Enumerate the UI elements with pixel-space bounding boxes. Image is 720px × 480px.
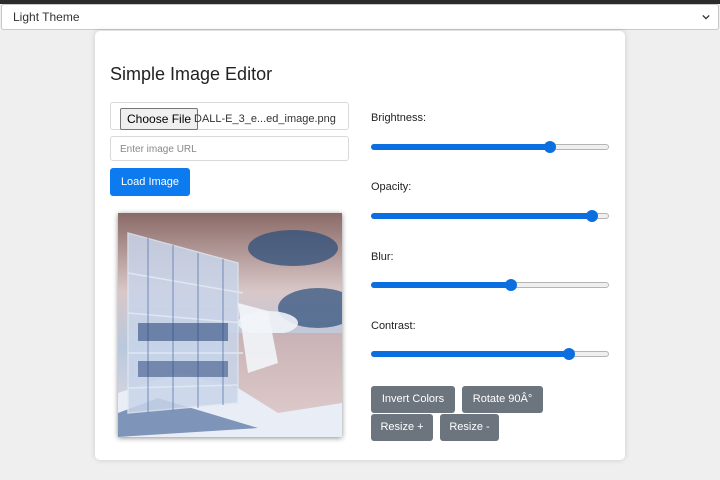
- rotate-button[interactable]: Rotate 90Â°: [462, 386, 543, 413]
- brightness-slider[interactable]: [371, 141, 609, 153]
- theme-select[interactable]: Light Theme: [1, 4, 719, 30]
- brightness-label: Brightness:: [371, 112, 427, 124]
- invert-colors-button[interactable]: Invert Colors: [371, 386, 455, 413]
- slider-thumb[interactable]: [505, 279, 518, 291]
- theme-select-value: Light Theme: [13, 10, 80, 24]
- blur-slider[interactable]: [371, 279, 609, 291]
- page-title: Simple Image Editor: [110, 64, 273, 84]
- slider-thumb[interactable]: [586, 210, 599, 222]
- chevron-down-icon: [702, 14, 710, 20]
- image-url-input[interactable]: Enter image URL: [110, 136, 349, 161]
- load-image-button[interactable]: Load Image: [110, 168, 190, 196]
- slider-thumb[interactable]: [543, 141, 556, 153]
- blur-label: Blur:: [371, 251, 394, 263]
- slider-thumb[interactable]: [562, 348, 575, 360]
- file-input[interactable]: Choose File DALL-E_3_e...ed_image.png: [110, 102, 349, 130]
- resize-plus-button[interactable]: Resize +: [371, 414, 433, 441]
- image-preview: [118, 213, 342, 437]
- resize-minus-button[interactable]: Resize -: [440, 414, 499, 441]
- opacity-label: Opacity:: [371, 181, 412, 193]
- preview-image: [118, 213, 342, 437]
- choose-file-button[interactable]: Choose File: [120, 108, 199, 130]
- editor-card: Simple Image Editor Choose File DALL-E_3…: [95, 31, 625, 460]
- opacity-slider[interactable]: [371, 210, 609, 222]
- contrast-label: Contrast:: [371, 320, 416, 332]
- selected-file-name: DALL-E_3_e...ed_image.png: [194, 113, 336, 125]
- contrast-slider[interactable]: [371, 348, 609, 360]
